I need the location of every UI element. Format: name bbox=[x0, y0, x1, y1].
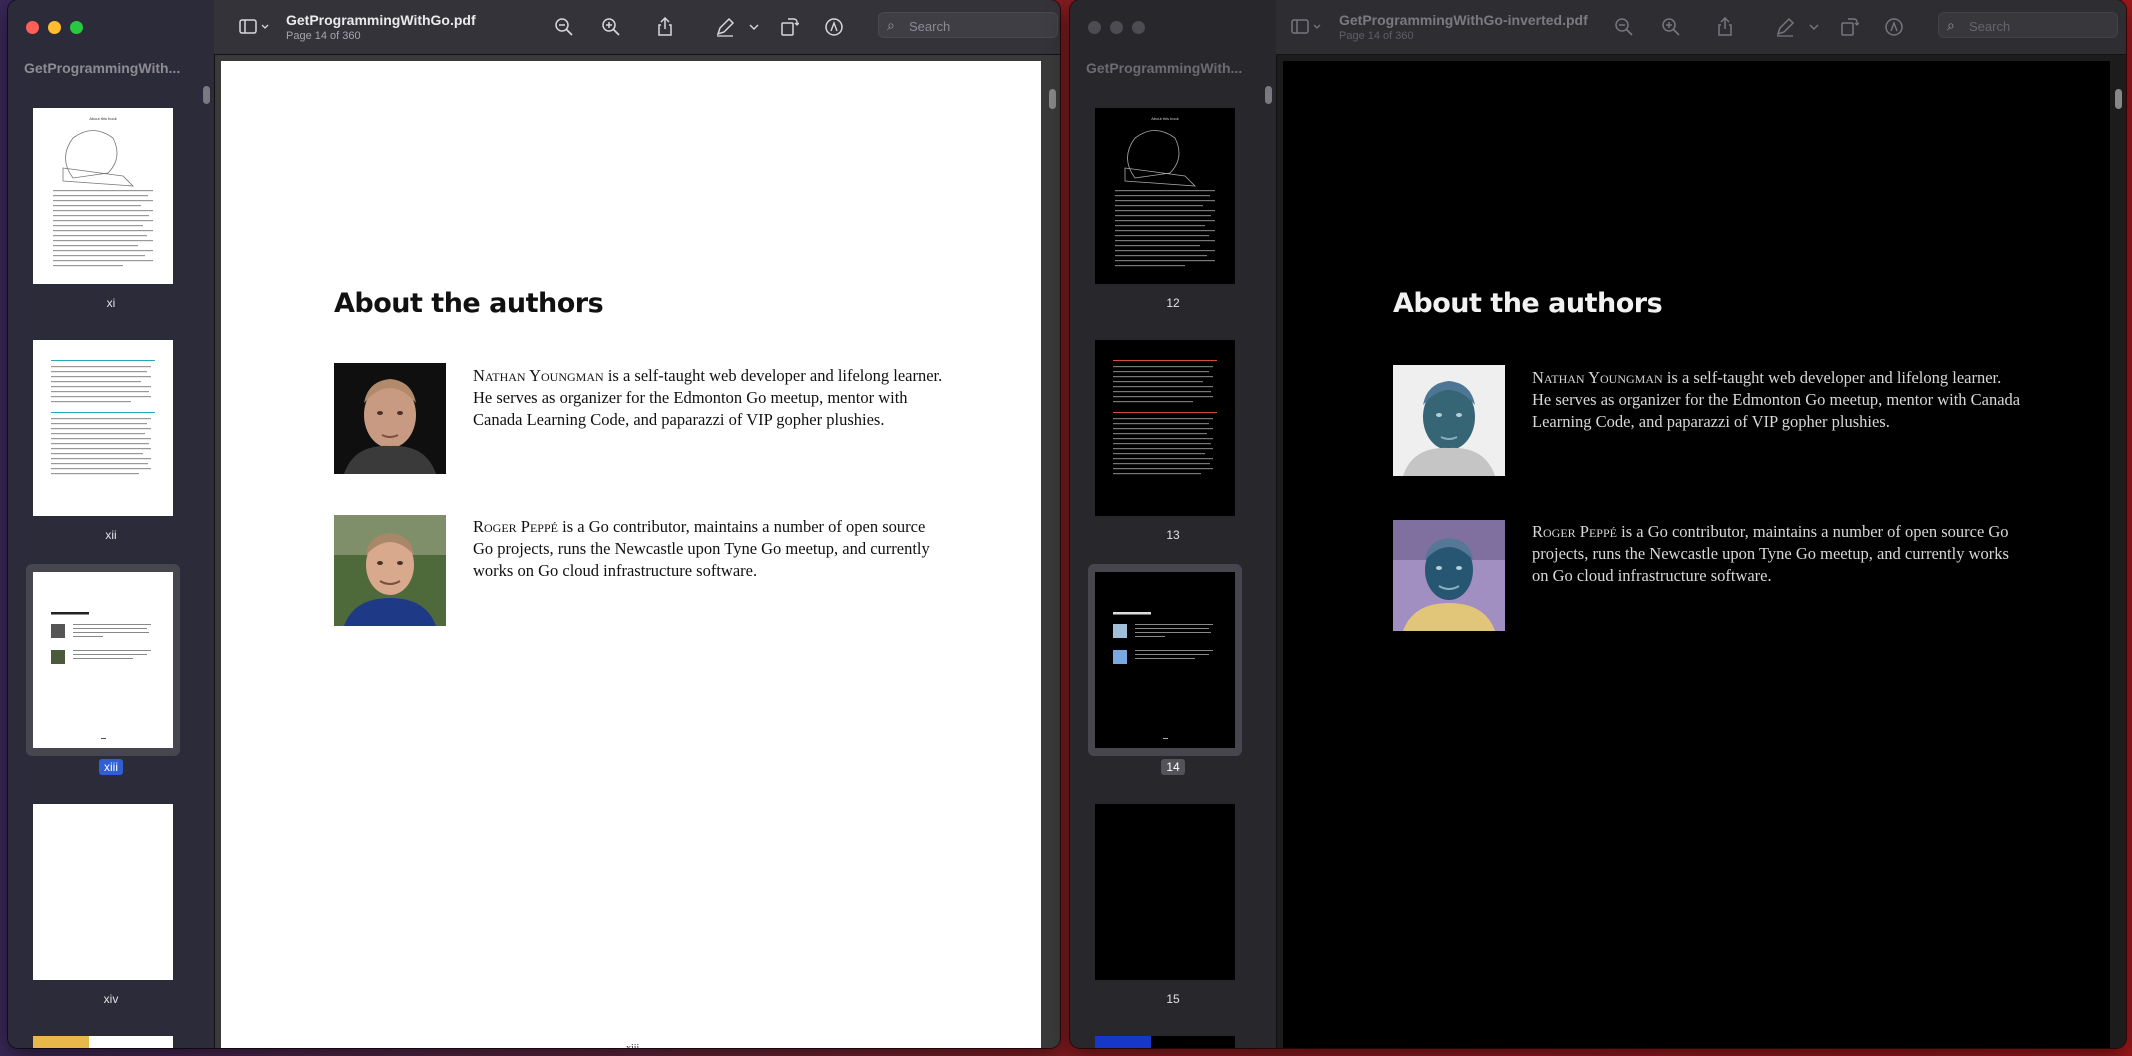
thumbnail-page[interactable] bbox=[1095, 804, 1235, 980]
thumbnail-page[interactable] bbox=[1095, 1036, 1235, 1048]
author-photo-nathan bbox=[334, 363, 446, 474]
svg-text:About this book: About this book bbox=[1151, 116, 1179, 121]
rotate-icon[interactable] bbox=[779, 17, 800, 37]
author-bio-nathan: Nathan Youngman is a self-taught web dev… bbox=[1532, 367, 2022, 433]
document-scrollbar[interactable] bbox=[1049, 89, 1056, 109]
sidebar-icon[interactable] bbox=[1290, 17, 1324, 37]
close-button[interactable] bbox=[1088, 21, 1101, 34]
pdf-window-original: GetProgrammingWith... About this book xi… bbox=[8, 0, 1060, 1048]
author-bio-nathan: Nathan Youngman is a self-taught web dev… bbox=[473, 365, 943, 431]
page-illustration: About this book bbox=[53, 116, 153, 267]
author-bio-roger: Roger Peppé is a Go contributor, maintai… bbox=[473, 516, 943, 582]
search-icon: ⌕ bbox=[1947, 17, 1955, 33]
sidebar-scrollbar[interactable] bbox=[203, 86, 210, 104]
author-photo-nathan bbox=[1393, 365, 1505, 476]
thumbnail-label: xiv bbox=[103, 992, 119, 1006]
pdf-page: About the authors Nathan Youngman is a s… bbox=[1283, 61, 2110, 1048]
thumbnail-page-selected[interactable] bbox=[1095, 572, 1235, 748]
search-input[interactable] bbox=[907, 16, 1051, 36]
page-illustration bbox=[1113, 360, 1217, 475]
page-illustration bbox=[1113, 612, 1213, 739]
page-indicator: Page 14 of 360 bbox=[1339, 30, 1414, 42]
zoom-out-icon[interactable] bbox=[554, 17, 574, 37]
minimize-button[interactable] bbox=[1110, 21, 1123, 34]
share-icon[interactable] bbox=[1715, 16, 1735, 37]
search-icon: ⌕ bbox=[887, 17, 895, 33]
minimize-button[interactable] bbox=[48, 21, 61, 34]
page-illustration bbox=[51, 360, 155, 475]
search-input[interactable] bbox=[1967, 16, 2111, 36]
zoom-in-icon[interactable] bbox=[601, 17, 621, 37]
page-illustration bbox=[51, 612, 151, 739]
thumbnail-label: 15 bbox=[1166, 992, 1180, 1006]
author-name: Nathan Youngman bbox=[473, 366, 604, 385]
pdf-window-inverted: GetProgrammingWith... About this book 12… bbox=[1070, 0, 2126, 1048]
page-number: xiii bbox=[626, 1043, 639, 1048]
svg-text:About this book: About this book bbox=[89, 116, 117, 121]
pencil-icon[interactable] bbox=[1775, 17, 1795, 37]
thumbnail-page[interactable] bbox=[1095, 340, 1235, 516]
toolbar: GetProgrammingWithGo-inverted.pdf Page 1… bbox=[1276, 0, 2126, 55]
pencil-icon[interactable] bbox=[715, 17, 735, 37]
document-view[interactable]: About the authors Nathan Youngman is a s… bbox=[215, 55, 1060, 1048]
author-name: Roger Peppé bbox=[473, 517, 558, 536]
page-heading: About the authors bbox=[334, 288, 604, 319]
thumbnail-sidebar: GetProgrammingWith... About this book bbox=[1070, 0, 1277, 1048]
author-name: Nathan Youngman bbox=[1532, 368, 1663, 387]
window-controls bbox=[1088, 21, 1145, 34]
zoom-in-icon[interactable] bbox=[1661, 17, 1681, 37]
thumbnail-sidebar: GetProgrammingWith... About this book bbox=[8, 0, 215, 1048]
document-title: GetProgrammingWithGo.pdf bbox=[286, 12, 476, 28]
window-controls bbox=[26, 21, 83, 34]
chevron-down-icon[interactable] bbox=[748, 17, 760, 37]
zoom-button[interactable] bbox=[70, 21, 83, 34]
sidebar-title: GetProgrammingWith... bbox=[24, 60, 181, 76]
search-field[interactable]: ⌕ bbox=[878, 12, 1058, 38]
thumbnail-label: xi bbox=[106, 296, 116, 310]
page-heading: About the authors bbox=[1393, 288, 1663, 319]
zoom-button[interactable] bbox=[1132, 21, 1145, 34]
zoom-out-icon[interactable] bbox=[1614, 17, 1634, 37]
thumbnail-page[interactable]: About this book bbox=[33, 108, 173, 284]
document-scrollbar[interactable] bbox=[2115, 89, 2122, 109]
rotate-icon[interactable] bbox=[1839, 17, 1860, 37]
thumbnail-label-selected: 14 bbox=[1070, 759, 1276, 775]
pdf-page: About the authors Nathan Youngman is a s… bbox=[221, 61, 1041, 1048]
sidebar-scrollbar[interactable] bbox=[1265, 86, 1272, 104]
thumbnail-label: xii bbox=[105, 528, 117, 542]
close-button[interactable] bbox=[26, 21, 39, 34]
thumbnail-label: 13 bbox=[1166, 528, 1180, 542]
thumbnail-page[interactable] bbox=[33, 1036, 173, 1048]
sidebar-title: GetProgrammingWith... bbox=[1086, 60, 1243, 76]
markup-icon[interactable] bbox=[1884, 17, 1904, 37]
author-photo-roger bbox=[1393, 520, 1505, 631]
thumbnail-label: 12 bbox=[1166, 296, 1180, 310]
author-name: Roger Peppé bbox=[1532, 522, 1617, 541]
thumbnail-label-selected: xiii bbox=[8, 759, 214, 775]
page-illustration: About this book bbox=[1115, 116, 1215, 267]
thumbnail-page[interactable] bbox=[33, 340, 173, 516]
author-photo-roger bbox=[334, 515, 446, 626]
share-icon[interactable] bbox=[655, 16, 675, 37]
thumbnail-page[interactable]: About this book bbox=[1095, 108, 1235, 284]
page-indicator: Page 14 of 360 bbox=[286, 30, 361, 42]
markup-icon[interactable] bbox=[824, 17, 844, 37]
author-bio-roger: Roger Peppé is a Go contributor, maintai… bbox=[1532, 521, 2022, 587]
toolbar: GetProgrammingWithGo.pdf Page 14 of 360 … bbox=[214, 0, 1060, 55]
search-field[interactable]: ⌕ bbox=[1938, 12, 2118, 38]
chevron-down-icon[interactable] bbox=[1808, 17, 1820, 37]
thumbnail-page[interactable] bbox=[33, 804, 173, 980]
thumbnail-page-selected[interactable] bbox=[33, 572, 173, 748]
document-view[interactable]: About the authors Nathan Youngman is a s… bbox=[1277, 55, 2126, 1048]
sidebar-icon[interactable] bbox=[238, 17, 272, 37]
document-title: GetProgrammingWithGo-inverted.pdf bbox=[1339, 12, 1588, 28]
